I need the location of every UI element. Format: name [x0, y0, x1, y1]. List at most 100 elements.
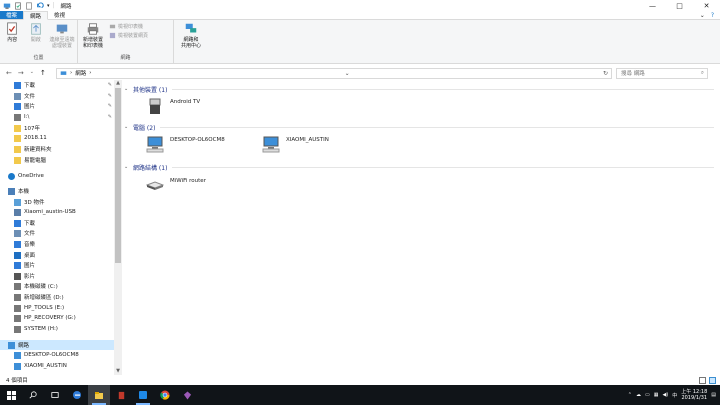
- maximize-button[interactable]: □: [666, 0, 693, 11]
- collapse-icon[interactable]: ⌄: [124, 86, 130, 92]
- back-button[interactable]: ←: [6, 69, 12, 77]
- sidebar-item-18[interactable]: 本機磁碟 (C:): [0, 281, 114, 291]
- properties-button[interactable]: 內容: [2, 22, 22, 54]
- open-button[interactable]: 開啟: [25, 22, 45, 54]
- chrome-icon: [160, 390, 170, 400]
- device-miwifi-router[interactable]: MiWiFi router: [146, 175, 206, 193]
- sidebar-item-5[interactable]: 2018.11: [0, 133, 114, 143]
- group-header-computers[interactable]: ⌄ 電腦 (2): [124, 122, 714, 132]
- sidebar-item-22[interactable]: SYSTEM (H:): [0, 324, 114, 334]
- quick-access-dropdown-icon[interactable]: ▾: [47, 3, 50, 9]
- breadcrumb-arrow[interactable]: ›: [89, 70, 91, 76]
- sidebar-item-label: 下載: [24, 221, 36, 227]
- address-bar[interactable]: › 網路 › ⌄ ↻: [56, 67, 612, 79]
- ime-icon[interactable]: 中: [672, 392, 677, 399]
- task-view-button[interactable]: [44, 385, 66, 405]
- sidebar-item-12[interactable]: 下載: [0, 218, 114, 228]
- sidebar-item-19[interactable]: 新增磁碟區 (D:): [0, 292, 114, 302]
- sidebar-item-20[interactable]: HP_TOOLS (E:): [0, 303, 114, 313]
- device-webpage-button[interactable]: 檢視裝置網頁: [109, 32, 148, 39]
- tab-network[interactable]: 網路: [23, 11, 49, 20]
- sidebar-item-25[interactable]: XIAOMI_AUSTIN: [0, 361, 114, 371]
- taskbar-edge[interactable]: [66, 385, 88, 405]
- large-icons-view-icon[interactable]: [709, 376, 716, 384]
- sidebar-item-14[interactable]: 音樂: [0, 239, 114, 249]
- search-input[interactable]: 搜尋 網路 ⌕: [616, 67, 708, 79]
- sidebar-item-3[interactable]: I:\ ✎: [0, 112, 114, 122]
- sidebar-item-21[interactable]: HP_RECOVERY (G:): [0, 313, 114, 323]
- breadcrumb-separator[interactable]: ›: [70, 70, 72, 76]
- taskbar-red-app[interactable]: [110, 385, 132, 405]
- group-header-network-infrastructure[interactable]: ⌄ 網路結構 (1): [124, 162, 714, 172]
- sidebar-item-9[interactable]: 本機: [0, 186, 114, 196]
- start-button[interactable]: [0, 385, 22, 405]
- notification-tray-icon[interactable]: ▭: [645, 392, 650, 398]
- sidebar-scrollbar[interactable]: ▲ ▼: [114, 80, 122, 375]
- collapse-icon[interactable]: ⌄: [124, 124, 130, 130]
- sidebar-item-16[interactable]: 圖片: [0, 260, 114, 270]
- ribbon-expand-icon[interactable]: ⌄: [700, 12, 705, 19]
- breadcrumb-network[interactable]: 網路: [75, 69, 86, 77]
- up-button[interactable]: ↑: [40, 69, 46, 77]
- sidebar-item-11[interactable]: Xiaomi_austin-USB: [0, 207, 114, 217]
- action-center-icon[interactable]: ▤: [711, 392, 716, 398]
- close-button[interactable]: ✕: [693, 0, 720, 11]
- onedrive-tray-icon[interactable]: ☁: [636, 392, 641, 398]
- help-icon[interactable]: ?: [711, 12, 714, 19]
- drive-icon: [14, 293, 21, 301]
- minimize-button[interactable]: —: [639, 0, 666, 11]
- properties-icon[interactable]: [14, 1, 22, 10]
- connect-remote-button[interactable]: 連線至遠端 處理裝置: [49, 22, 75, 54]
- sidebar-item-4[interactable]: 107年: [0, 123, 114, 133]
- details-view-icon[interactable]: [699, 376, 706, 384]
- search-icon: ⌕: [700, 69, 704, 76]
- show-hidden-icons-icon[interactable]: ⌃: [628, 392, 632, 398]
- volume-icon[interactable]: ◀): [662, 392, 668, 398]
- add-devices-printers-button[interactable]: 新增裝置 和印表機: [80, 22, 106, 54]
- device-desktop-ol6ocm8[interactable]: DESKTOP-OL6OCM8: [146, 135, 225, 153]
- sidebar-item-1[interactable]: 文件 ✎: [0, 91, 114, 101]
- task-view-icon: [51, 392, 59, 398]
- device-android-tv[interactable]: Android TV: [146, 97, 200, 115]
- sidebar-item-8[interactable]: OneDrive: [0, 171, 114, 181]
- sidebar-item-13[interactable]: 文件: [0, 228, 114, 238]
- tab-view[interactable]: 檢視: [48, 11, 71, 19]
- sidebar-item-6[interactable]: 新建資料夾: [0, 144, 114, 154]
- network-sharing-center-button[interactable]: 網路和 共用中心: [176, 22, 206, 63]
- sidebar-item-17[interactable]: 影片: [0, 271, 114, 281]
- sidebar-item-label: 文件: [24, 231, 36, 237]
- taskbar-file-explorer[interactable]: [88, 385, 110, 405]
- taskbar-kite-app[interactable]: [176, 385, 198, 405]
- sidebar-item-23[interactable]: 網路: [0, 340, 114, 350]
- clock[interactable]: 上午 12:18 2019/1/31: [681, 389, 707, 401]
- address-dropdown-icon[interactable]: ⌄: [345, 70, 350, 77]
- scroll-up-icon[interactable]: ▲: [114, 80, 122, 87]
- scroll-thumb[interactable]: [115, 88, 121, 263]
- search-icon: [29, 391, 37, 399]
- sidebar-item-2[interactable]: 圖片 ✎: [0, 101, 114, 111]
- network-tray-icon[interactable]: ▦: [654, 392, 659, 398]
- title-bar: ▾ | 網路 — □ ✕: [0, 0, 720, 11]
- pin-icon: ✎: [107, 114, 112, 120]
- collapse-icon[interactable]: ⌄: [124, 164, 130, 170]
- sidebar-item-label: 圖片: [24, 104, 36, 110]
- sidebar-item-0[interactable]: 下載 ✎: [0, 80, 114, 90]
- taskbar-blue-app[interactable]: [132, 385, 154, 405]
- view-printers-button[interactable]: 檢視印表機: [109, 23, 148, 30]
- refresh-icon[interactable]: ↻: [603, 70, 608, 77]
- group-header-other-devices[interactable]: ⌄ 其他裝置 (1): [124, 84, 714, 94]
- tab-file[interactable]: 檔案: [0, 11, 24, 19]
- sidebar-item-7[interactable]: 易龍電腦: [0, 155, 114, 165]
- sidebar-item-15[interactable]: 桌面: [0, 250, 114, 260]
- recent-locations-button[interactable]: ⌄: [30, 69, 34, 77]
- taskbar-chrome[interactable]: [154, 385, 176, 405]
- sidebar-item-label: DESKTOP-OL6OCM8: [24, 352, 79, 358]
- sidebar-item-10[interactable]: 3D 物件: [0, 197, 114, 207]
- forward-button[interactable]: →: [18, 69, 24, 77]
- sidebar-item-24[interactable]: DESKTOP-OL6OCM8: [0, 350, 114, 360]
- device-xiaomi-austin[interactable]: XIAOMI_AUSTIN: [262, 135, 329, 153]
- new-folder-icon[interactable]: [25, 1, 33, 10]
- taskbar-search-button[interactable]: [22, 385, 44, 405]
- undo-icon[interactable]: [36, 1, 44, 10]
- scroll-down-icon[interactable]: ▼: [114, 368, 122, 375]
